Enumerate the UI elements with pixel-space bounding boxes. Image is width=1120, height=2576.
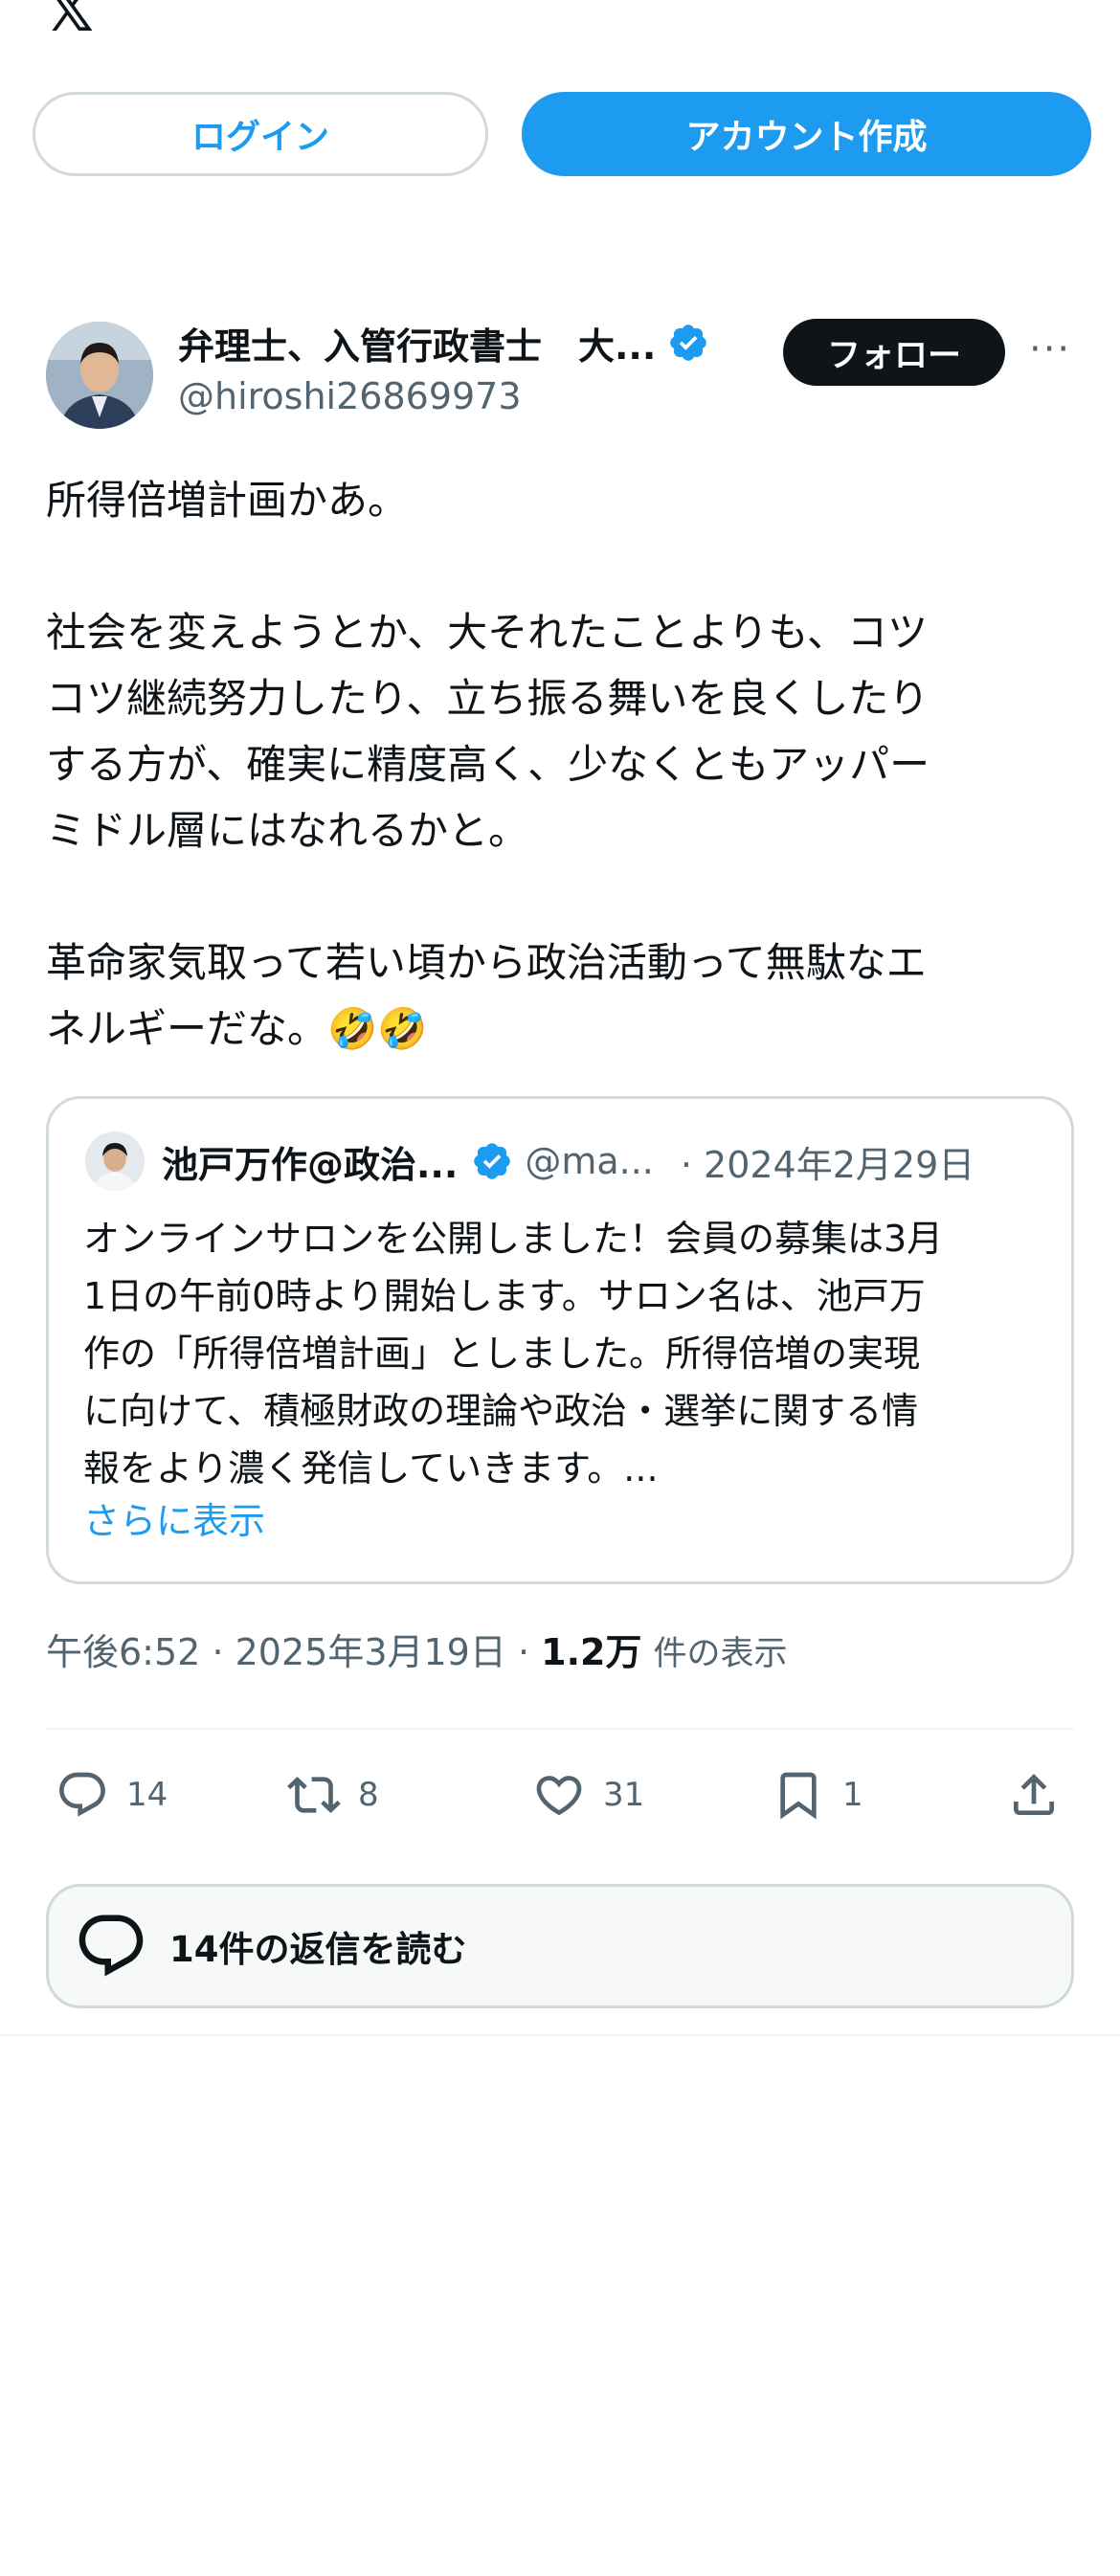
follow-button[interactable]: フォロー	[783, 319, 1005, 386]
like-icon	[536, 1776, 582, 1816]
show-more-link[interactable]: さらに表示	[83, 1491, 265, 1544]
author-name[interactable]: 弁理士、入管行政書士 大...	[178, 317, 656, 370]
quote-header: 池戸万作@政治... @ma... · 2024年2月29日	[162, 1130, 974, 1193]
bookmark-action[interactable]: 1	[772, 1766, 863, 1824]
meta-separator: ·	[517, 1631, 542, 1673]
read-replies-button[interactable]: 14件の返信を読む	[46, 1884, 1074, 2008]
tweet-time[interactable]: 午後6:52	[46, 1631, 200, 1673]
tweet-meta: 午後6:52 · 2025年3月19日 · 1.2万 件の表示	[46, 1623, 788, 1675]
create-account-button[interactable]: アカウント作成	[522, 92, 1091, 176]
bookmark-icon	[780, 1772, 817, 1820]
author-handle[interactable]: @hiroshi26869973	[178, 375, 522, 417]
quote-author-name: 池戸万作@政治...	[162, 1143, 459, 1186]
login-button[interactable]: ログイン	[33, 92, 488, 176]
tweet-paragraph: 所得倍増計画かあ。	[46, 477, 409, 524]
tweet-paragraph: 革命家気取って若い頃から政治活動って無駄なエ ネルギーだな。🤣🤣	[46, 939, 927, 1052]
more-options-icon[interactable]: ···	[1029, 330, 1071, 369]
view-count: 1.2万	[541, 1631, 642, 1673]
quote-author-avatar[interactable]	[85, 1131, 145, 1191]
x-logo[interactable]: 𝕏	[46, 0, 94, 40]
verified-badge-icon	[474, 1143, 511, 1179]
author-name-row: 弁理士、入管行政書士 大...	[178, 316, 709, 370]
reply-bubble-icon	[78, 1915, 144, 1977]
tweet-date[interactable]: 2025年3月19日	[235, 1631, 506, 1673]
divider	[46, 1728, 1074, 1730]
share-icon	[1014, 1774, 1054, 1815]
retweet-count: 8	[358, 1776, 379, 1814]
quote-date: · 2024年2月29日	[680, 1143, 975, 1186]
verified-badge-icon	[670, 325, 707, 361]
reply-count: 14	[126, 1776, 168, 1814]
bookmark-count: 1	[842, 1776, 863, 1814]
share-action[interactable]	[1007, 1766, 1061, 1824]
tweet-text: 所得倍増計画かあ。 社会を変えようとか、大それたことよりも、コツ コツ継続努力し…	[46, 467, 1080, 1062]
meta-separator: ·	[212, 1631, 235, 1673]
retweet-icon	[287, 1777, 341, 1813]
read-replies-label: 14件の返信を読む	[169, 1929, 467, 1970]
reply-icon	[59, 1772, 105, 1817]
quoted-tweet[interactable]: 池戸万作@政治... @ma... · 2024年2月29日 オンラインサロンを…	[46, 1096, 1074, 1584]
quote-author-handle: @ma...	[525, 1140, 654, 1182]
view-label: 件の表示	[653, 1635, 788, 1673]
quote-text: オンラインサロンを公開しました！会員の募集は3月 1日の午前0時より開始します。…	[83, 1218, 944, 1490]
divider	[0, 2034, 1120, 2036]
retweet-action[interactable]: 8	[287, 1766, 379, 1824]
like-action[interactable]: 31	[532, 1766, 644, 1824]
reply-action[interactable]: 14	[56, 1766, 168, 1824]
like-count: 31	[603, 1776, 645, 1814]
author-avatar[interactable]	[46, 322, 153, 429]
tweet-paragraph: 社会を変えようとか、大それたことよりも、コツ コツ継続努力したり、立ち振る舞いを…	[46, 609, 930, 854]
